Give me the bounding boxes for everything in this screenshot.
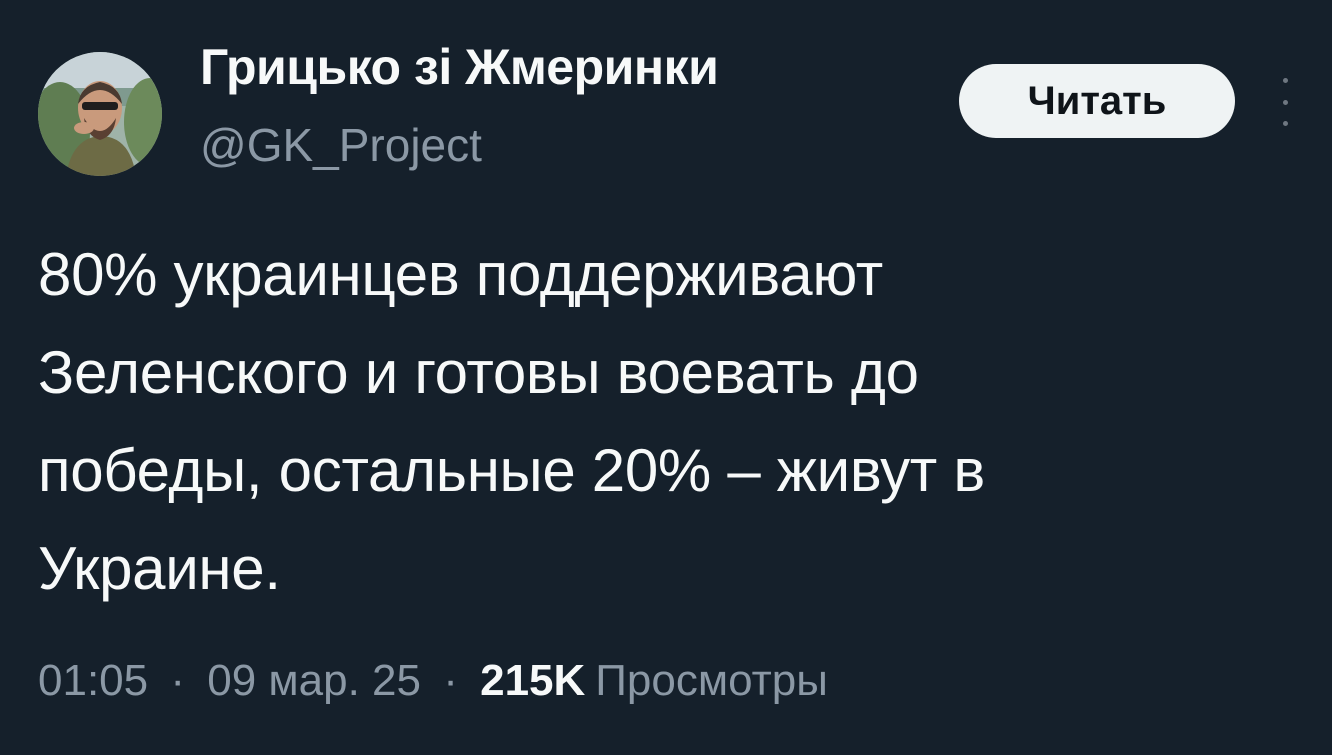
more-options-icon[interactable] xyxy=(1268,78,1302,126)
views-label: Просмотры xyxy=(595,656,828,705)
tweet-text-line: 80% украинцев поддерживают xyxy=(38,241,883,308)
tweet-meta: 01:05 · 09 мар. 25 · 215K Просмотры xyxy=(38,656,828,706)
dot xyxy=(1282,78,1288,83)
tweet-text-line: победы, остальные 20% – живут в xyxy=(38,437,985,504)
user-photo-avatar-icon xyxy=(38,52,162,176)
meta-separator: · xyxy=(443,656,458,705)
tweet-text-line: Украине. xyxy=(38,535,281,602)
dot xyxy=(1282,99,1288,105)
author-avatar[interactable] xyxy=(38,52,162,176)
meta-separator: · xyxy=(170,656,185,705)
tweet-text-line: Зеленского и готовы воевать до xyxy=(38,339,919,406)
tweet-card: Грицько зі Жмеринки @GK_Project Читать 8… xyxy=(0,0,1332,755)
tweet-time[interactable]: 01:05 xyxy=(38,656,148,705)
tweet-date[interactable]: 09 мар. 25 xyxy=(207,656,421,705)
tweet-text: 80% украинцев поддерживают Зеленского и … xyxy=(38,226,1308,618)
follow-button[interactable]: Читать xyxy=(959,64,1235,138)
views-count[interactable]: 215K xyxy=(480,656,585,705)
dot xyxy=(1282,121,1288,126)
author-display-name[interactable]: Грицько зі Жмеринки xyxy=(200,38,719,96)
author-handle[interactable]: @GK_Project xyxy=(200,118,482,172)
